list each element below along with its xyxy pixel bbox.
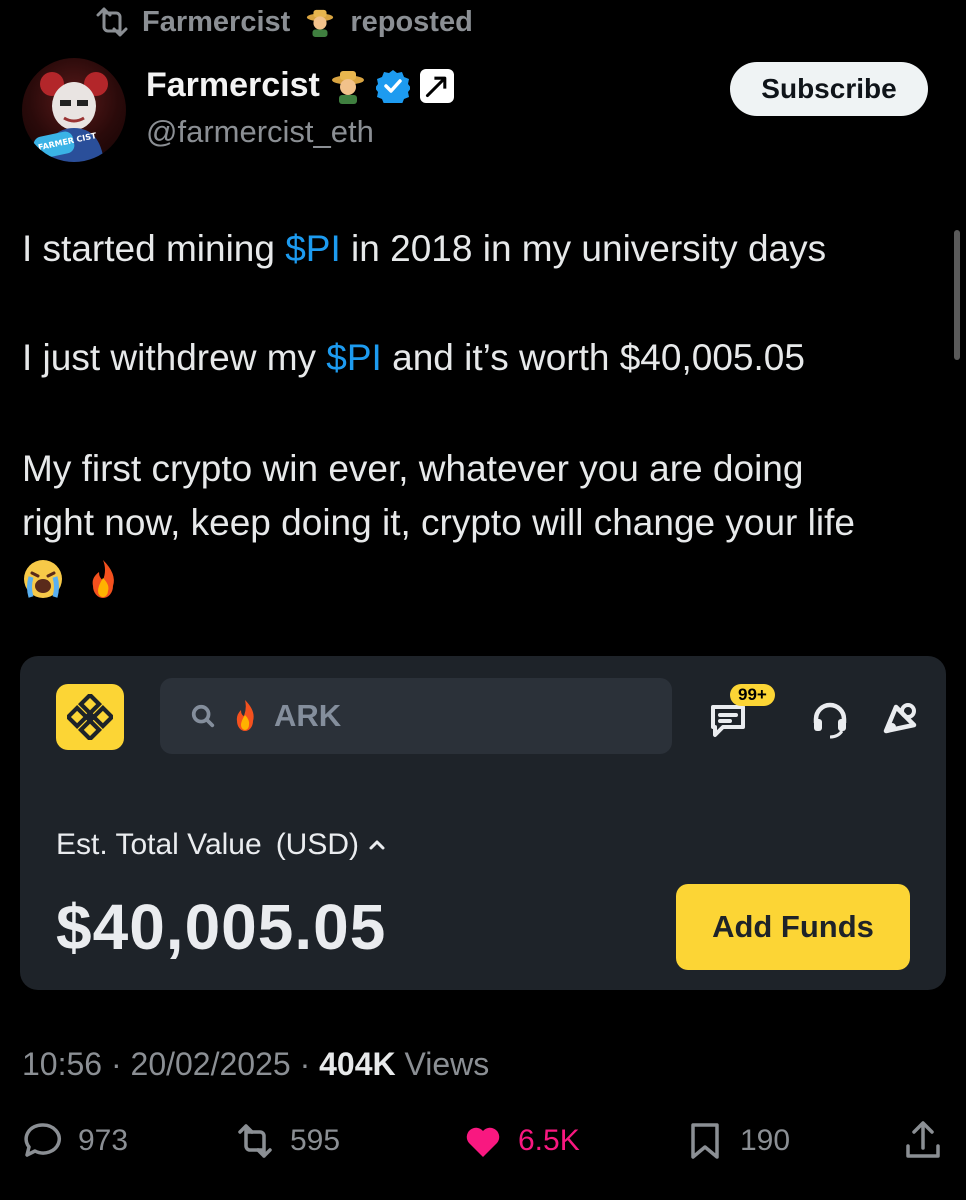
- tweet-time[interactable]: 10:56: [22, 1046, 102, 1082]
- fire-emoji-icon: [92, 560, 115, 598]
- avatar[interactable]: FARMER CIST: [22, 58, 126, 162]
- tweet-action-bar: 973 595 6.5K 190: [22, 1120, 946, 1170]
- fire-icon: [236, 700, 254, 731]
- bookmark-icon: [691, 1123, 719, 1159]
- repost-header: Farmercist reposted: [92, 2, 473, 42]
- total-value-amount: $40,005.05: [56, 891, 387, 963]
- repost-button[interactable]: 595: [234, 1120, 340, 1162]
- scrollbar[interactable]: [954, 230, 960, 360]
- crying-face-emoji-icon: [24, 560, 62, 598]
- repost-header-name[interactable]: Farmercist: [142, 6, 290, 39]
- tweet-emoji-line: [22, 553, 947, 606]
- cashtag-link[interactable]: $PI: [326, 337, 382, 378]
- repost-icon: [96, 7, 128, 37]
- bookmark-button[interactable]: 190: [684, 1120, 790, 1162]
- tweet-line-4: right now, keep doing it, crypto will ch…: [22, 502, 855, 543]
- add-funds-button[interactable]: Add Funds: [676, 884, 910, 970]
- tweet-meta: 10:56 · 20/02/2025 · 404K Views: [22, 1046, 490, 1082]
- reply-button[interactable]: 973: [22, 1120, 128, 1162]
- farmer-emoji-icon: [331, 70, 364, 104]
- est-total-value-label[interactable]: Est. Total Value (USD): [56, 828, 387, 862]
- farmer-emoji-icon: [307, 9, 334, 37]
- repost-icon: [238, 1124, 272, 1158]
- author-name[interactable]: Farmercist: [146, 66, 320, 105]
- share-icon: [906, 1121, 940, 1158]
- author-name-row[interactable]: Farmercist: [146, 66, 454, 105]
- cashtag-link[interactable]: $PI: [285, 228, 341, 269]
- heart-filled-icon: [466, 1127, 500, 1157]
- bookmark-count: 190: [740, 1124, 791, 1157]
- avatar-image: FARMER CIST: [33, 72, 108, 162]
- views-count: 404K: [319, 1046, 396, 1082]
- repost-count: 595: [290, 1124, 341, 1157]
- binance-screenshot-card: ARK 99+ Est. Total Value (USD) $40,005.0…: [20, 656, 946, 990]
- messages-icon: [711, 705, 745, 737]
- tweet-line-2: I just withdrew my $PI and it’s worth $4…: [22, 337, 805, 378]
- referral-megaphone-icon[interactable]: [880, 699, 920, 739]
- currency-label: (USD): [275, 828, 360, 861]
- search-icon: [191, 704, 215, 728]
- binance-logo-icon[interactable]: [56, 684, 124, 750]
- messages-button[interactable]: 99+: [710, 684, 780, 754]
- affiliation-badge-icon[interactable]: [419, 68, 454, 103]
- binance-header-icons: 99+: [710, 684, 920, 754]
- chevron-up-icon[interactable]: [367, 835, 387, 855]
- notification-badge: 99+: [730, 684, 775, 706]
- reply-icon: [24, 1123, 61, 1157]
- search-trending-text: ARK: [274, 698, 342, 733]
- like-count: 6.5K: [518, 1124, 580, 1157]
- headset-support-icon[interactable]: [810, 699, 850, 739]
- author-handle[interactable]: @farmercist_eth: [146, 114, 374, 150]
- share-button[interactable]: [902, 1120, 944, 1162]
- verified-badge-icon[interactable]: [375, 69, 410, 103]
- tweet-line-1: I started mining $PI in 2018 in my unive…: [22, 228, 827, 269]
- views-label: Views: [404, 1046, 490, 1082]
- reply-count: 973: [78, 1124, 129, 1157]
- subscribe-button[interactable]: Subscribe: [730, 62, 928, 116]
- like-button[interactable]: 6.5K: [462, 1120, 580, 1162]
- binance-search-bar[interactable]: ARK: [160, 678, 672, 754]
- repost-header-suffix: reposted: [350, 5, 473, 38]
- tweet-line-3: My first crypto win ever, whatever you a…: [22, 448, 804, 489]
- tweet-date[interactable]: 20/02/2025: [131, 1046, 291, 1082]
